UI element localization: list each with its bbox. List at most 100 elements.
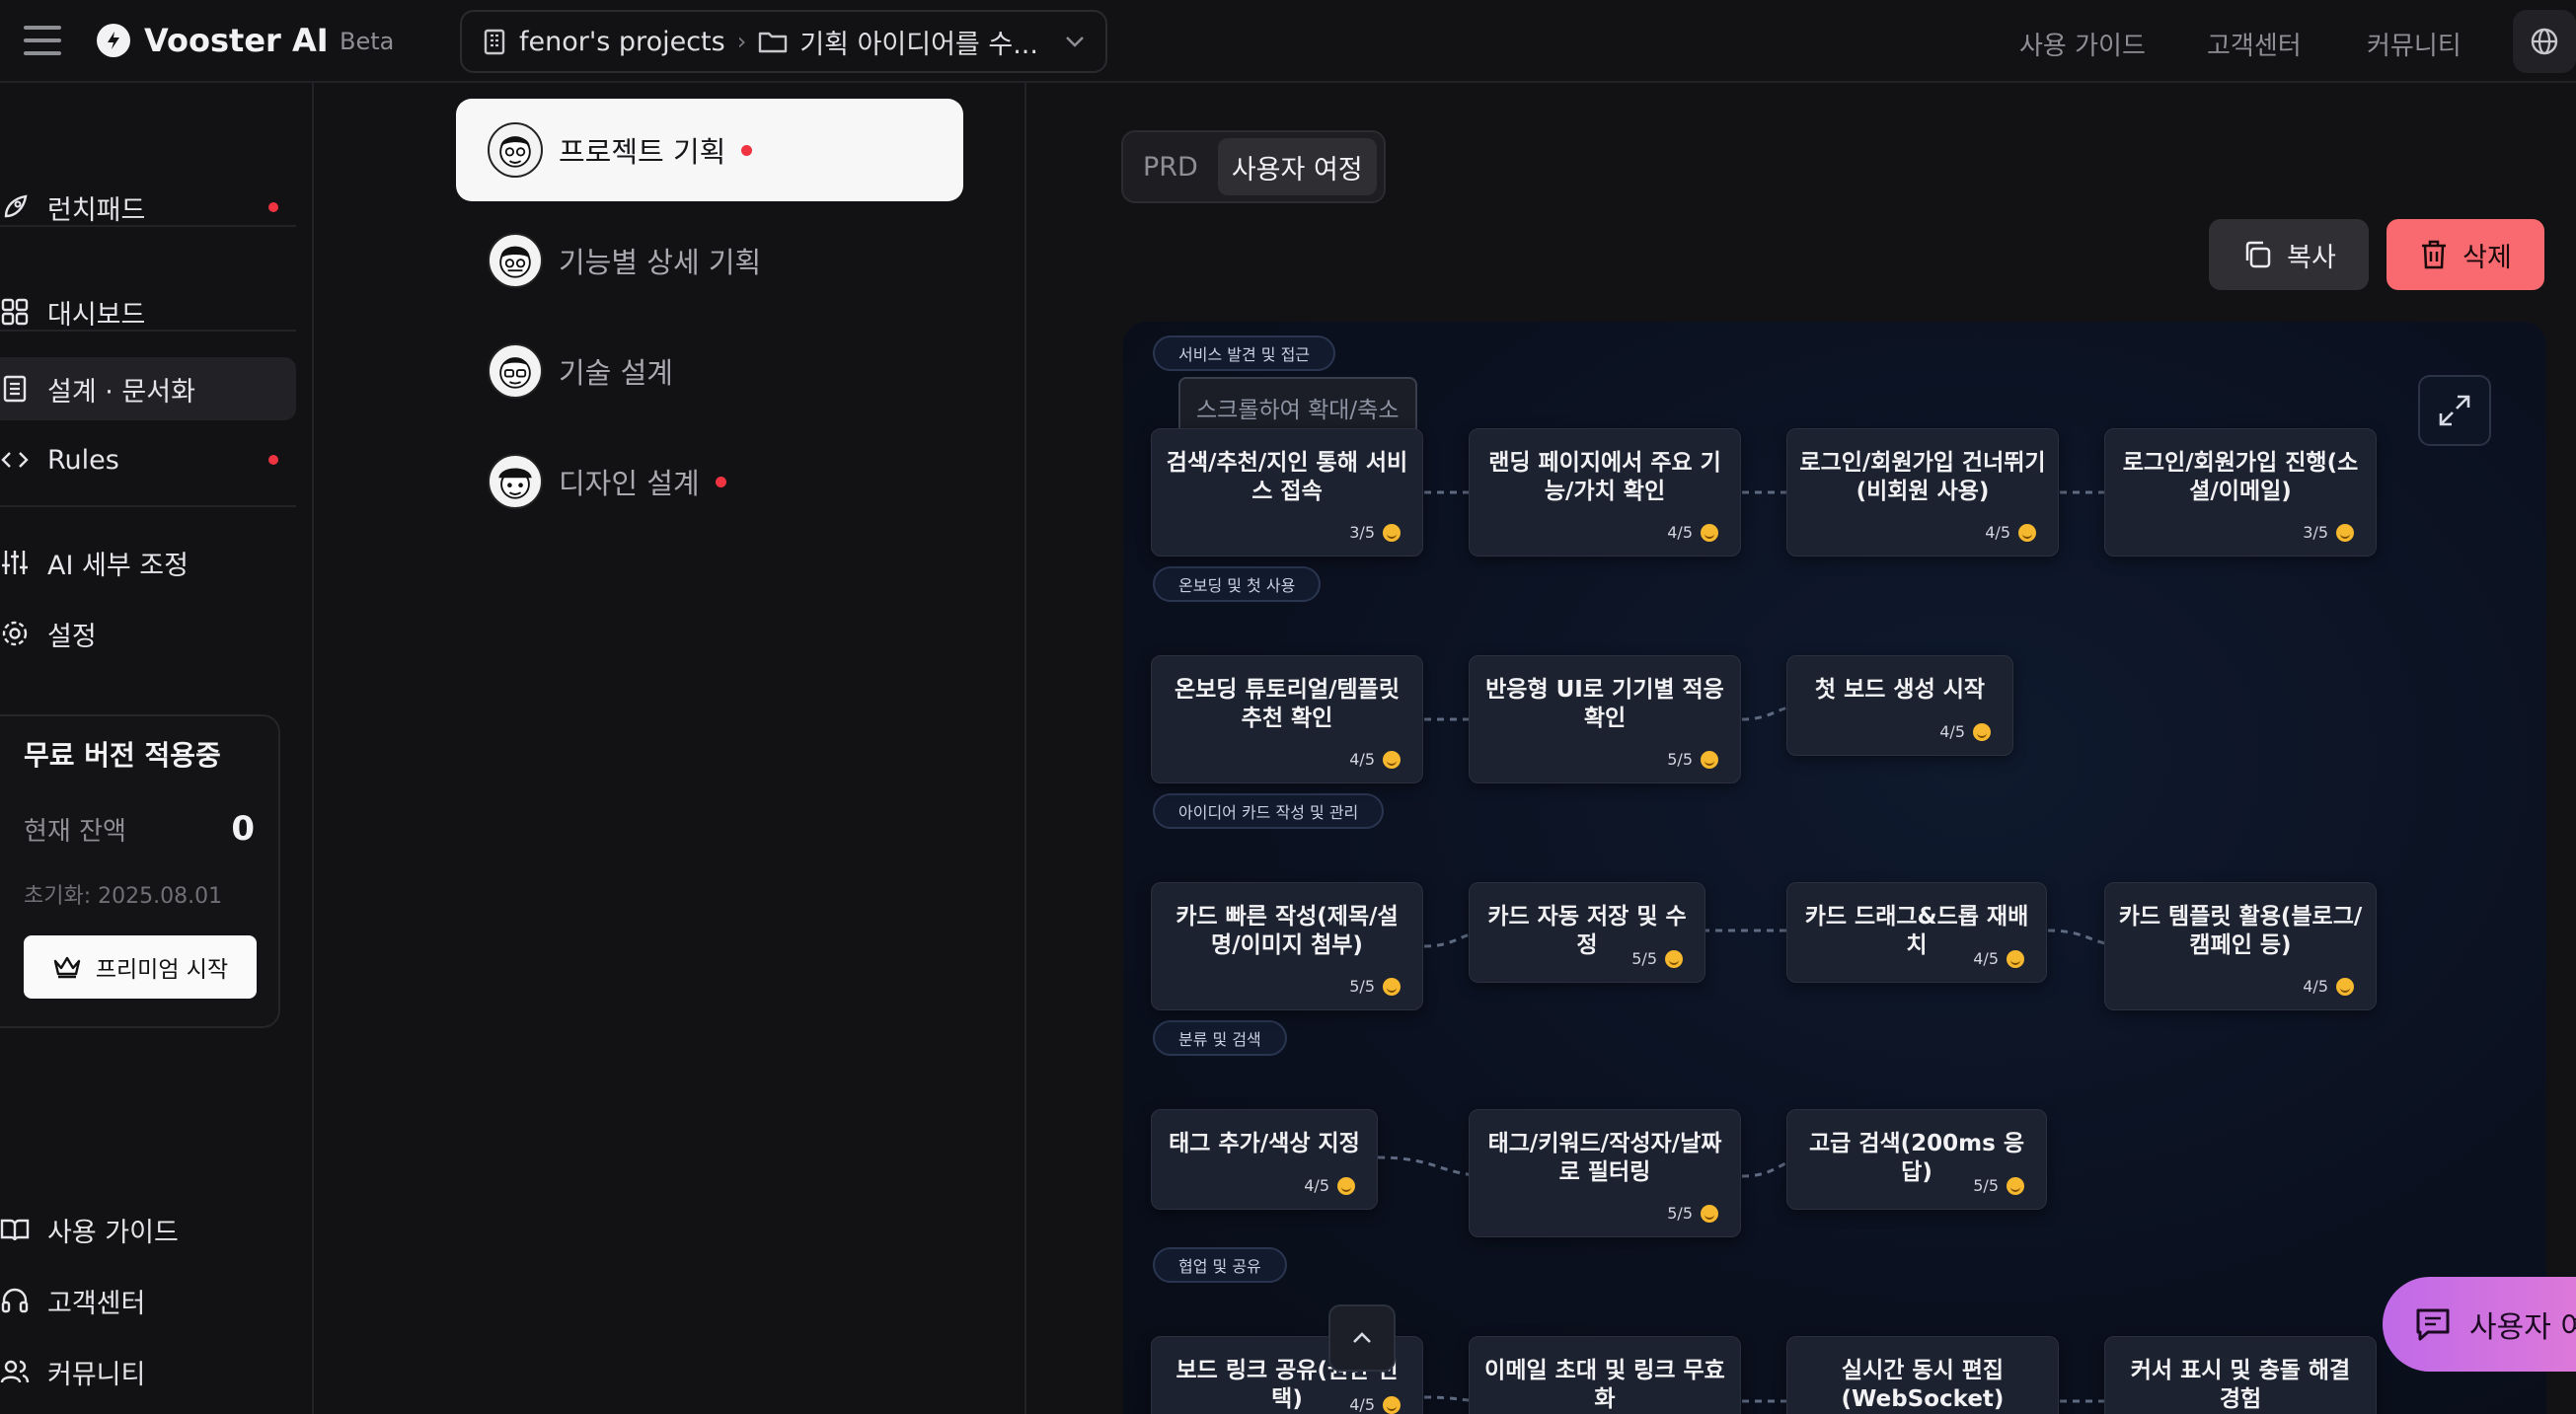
journey-card-title: 온보딩 튜토리얼/템플릿 추천 확인: [1174, 677, 1400, 731]
journey-card[interactable]: 반응형 UI로 기기별 적응 확인 5/5: [1469, 655, 1741, 783]
chat-button[interactable]: 사용자 여: [2383, 1277, 2576, 1372]
sidebar-guide[interactable]: 사용 가이드: [0, 1198, 296, 1261]
journey-card[interactable]: 랜딩 페이지에서 주요 기능/가치 확인 4/5: [1469, 428, 1741, 557]
view-toggle: PRD 사용자 여정: [1121, 130, 1386, 203]
journey-card-score: 5/5: [1973, 1176, 1999, 1195]
topnav-guide[interactable]: 사용 가이드: [2019, 26, 2146, 62]
emoji-icon: [2007, 1176, 2024, 1195]
sidebar-item-docs[interactable]: 설계 · 문서화: [0, 357, 296, 420]
sidebar-item-settings[interactable]: 설정: [0, 602, 296, 665]
journey-card[interactable]: 로그인/회원가입 진행(소셜/이메일) 3/5: [2104, 428, 2377, 557]
stage-label: 아이디어 카드 작성 및 관리: [1153, 793, 1385, 829]
journey-card-title: 실시간 동시 편집(WebSocket): [1841, 1358, 2005, 1412]
tab-user-journey[interactable]: 사용자 여정: [1217, 138, 1377, 195]
journey-card-title: 이메일 초대 및 링크 무효화: [1484, 1358, 1725, 1412]
journey-card[interactable]: 고급 검색(200ms 응답) 5/5: [1786, 1109, 2047, 1210]
journey-card[interactable]: 태그/키워드/작성자/날짜로 필터링 5/5: [1469, 1109, 1741, 1237]
emoji-icon: [1383, 523, 1401, 542]
journey-card[interactable]: 커서 표시 및 충돌 해결 경험: [2104, 1336, 2377, 1414]
journey-card-title: 태그/키워드/작성자/날짜로 필터링: [1487, 1131, 1722, 1185]
avatar-icon: [488, 122, 543, 178]
breadcrumb[interactable]: fenor's projects › 기획 아이디어를 수...: [460, 10, 1107, 73]
sidebar-item-launchpad[interactable]: 런치패드: [0, 176, 296, 239]
journey-card-title: 검색/추천/지인 통해 서비스 접속: [1166, 450, 1408, 504]
topnav-support[interactable]: 고객센터: [2207, 26, 2302, 62]
journey-card[interactable]: 태그 추가/색상 지정 4/5: [1151, 1109, 1378, 1210]
sidebar-item-dashboard[interactable]: 대시보드: [0, 280, 296, 343]
delete-button[interactable]: 삭제: [2387, 219, 2544, 290]
avatar-icon: [488, 343, 543, 399]
divider: [0, 330, 296, 332]
sidebar-support[interactable]: 고객센터: [0, 1269, 296, 1332]
plan-card: 무료 버전 적용중 현재 잔액 0 초기화: 2025.08.01 프리미엄 시…: [0, 714, 280, 1028]
globe-icon: [2531, 28, 2558, 55]
journey-card-title: 랜딩 페이지에서 주요 기능/가치 확인: [1488, 450, 1721, 504]
sidebar: 런치패드 대시보드 설계 · 문서화 Rules AI 세부 조정 설정 무료 …: [0, 83, 314, 1414]
journey-card-score: 4/5: [1349, 750, 1375, 769]
sidebar-community[interactable]: 커뮤니티: [0, 1340, 296, 1403]
emoji-icon: [2336, 523, 2354, 542]
journey-card-title: 커서 표시 및 충돌 해결 경험: [2130, 1358, 2351, 1412]
tab-prd[interactable]: PRD: [1129, 138, 1212, 195]
sidebar-item-label: AI 세부 조정: [47, 550, 189, 581]
sidebar-item-rules[interactable]: Rules: [0, 428, 296, 491]
doc-item-label: 기술 설계: [559, 356, 673, 390]
emoji-icon: [1383, 977, 1401, 996]
book-icon: [0, 1219, 30, 1241]
journey-card[interactable]: 카드 빠른 작성(제목/설명/이미지 첨부) 5/5: [1151, 882, 1423, 1010]
folder-icon: [759, 32, 788, 53]
journey-card-score: 4/5: [1304, 1176, 1329, 1195]
doc-item-tech-design[interactable]: 기술 설계: [456, 320, 963, 422]
sidebar-item-label: 설정: [47, 621, 97, 652]
doc-item-feature-plan[interactable]: 기능별 상세 기획: [456, 209, 963, 312]
chat-button-label: 사용자 여: [2469, 1310, 2576, 1345]
rocket-icon: [4, 194, 28, 218]
journey-card-score: 5/5: [1667, 1204, 1693, 1223]
journey-card[interactable]: 카드 자동 저장 및 수정 5/5: [1469, 882, 1705, 983]
emoji-icon: [1973, 722, 1991, 741]
journey-card-title: 카드 빠른 작성(제목/설명/이미지 첨부): [1175, 904, 1399, 958]
topnav-community[interactable]: 커뮤니티: [2367, 26, 2462, 62]
menu-icon[interactable]: [24, 26, 61, 57]
doc-item-project-plan[interactable]: 프로젝트 기획: [456, 99, 963, 201]
journey-card[interactable]: 카드 드래그&드롭 재배치 4/5: [1786, 882, 2047, 983]
notification-dot: [268, 455, 278, 465]
sidebar-item-label: 런치패드: [47, 194, 146, 226]
stage-label: 서비스 발견 및 접근: [1153, 335, 1336, 371]
emoji-icon: [2018, 523, 2036, 542]
journey-card-title: 로그인/회원가입 진행(소셜/이메일): [2122, 450, 2359, 504]
scroll-top-button[interactable]: [1328, 1304, 1396, 1372]
doc-item-design[interactable]: 디자인 설계: [456, 430, 963, 533]
journey-card[interactable]: 카드 템플릿 활용(블로그/캠페인 등) 4/5: [2104, 882, 2377, 1010]
app-name: Vooster AI: [144, 22, 329, 59]
journey-card[interactable]: 첫 보드 생성 시작 4/5: [1786, 655, 2013, 756]
breadcrumb-project[interactable]: fenor's projects: [519, 27, 725, 57]
journey-card-score: 3/5: [1349, 523, 1375, 542]
doc-item-label: 디자인 설계: [559, 467, 700, 500]
sidebar-item-ai-tuning[interactable]: AI 세부 조정: [0, 531, 296, 594]
sidebar-item-label: 설계 · 문서화: [47, 376, 195, 408]
journey-card[interactable]: 이메일 초대 및 링크 무효화: [1469, 1336, 1741, 1414]
journey-card[interactable]: 실시간 동시 편집(WebSocket): [1786, 1336, 2059, 1414]
premium-button[interactable]: 프리미엄 시작: [24, 935, 257, 999]
chevron-right-icon: ›: [736, 28, 747, 55]
chat-icon: [2416, 1308, 2450, 1341]
reset-date: 초기화: 2025.08.01: [24, 884, 223, 909]
delete-button-label: 삭제: [2462, 242, 2512, 273]
journey-card[interactable]: 로그인/회원가입 건너뛰기(비회원 사용) 4/5: [1786, 428, 2059, 557]
copy-button[interactable]: 복사: [2209, 219, 2369, 290]
journey-canvas[interactable]: 서비스 발견 및 접근 온보딩 및 첫 사용 아이디어 카드 작성 및 관리 분…: [1123, 322, 2546, 1414]
fullscreen-button[interactable]: [2418, 375, 2491, 446]
sidebar-item-label: 대시보드: [47, 299, 146, 331]
chevron-up-icon: [1353, 1332, 1371, 1343]
emoji-icon: [1383, 1395, 1401, 1414]
stage-label: 분류 및 검색: [1153, 1020, 1287, 1056]
notification-dot: [741, 144, 753, 156]
premium-button-label: 프리미엄 시작: [95, 957, 229, 983]
breadcrumb-item[interactable]: 기획 아이디어를 수...: [799, 23, 1038, 61]
language-button[interactable]: [2513, 10, 2576, 73]
logo[interactable]: Vooster AI: [97, 22, 329, 59]
logo-icon: [97, 24, 130, 57]
journey-card[interactable]: 검색/추천/지인 통해 서비스 접속 3/5: [1151, 428, 1423, 557]
journey-card[interactable]: 온보딩 튜토리얼/템플릿 추천 확인 4/5: [1151, 655, 1423, 783]
